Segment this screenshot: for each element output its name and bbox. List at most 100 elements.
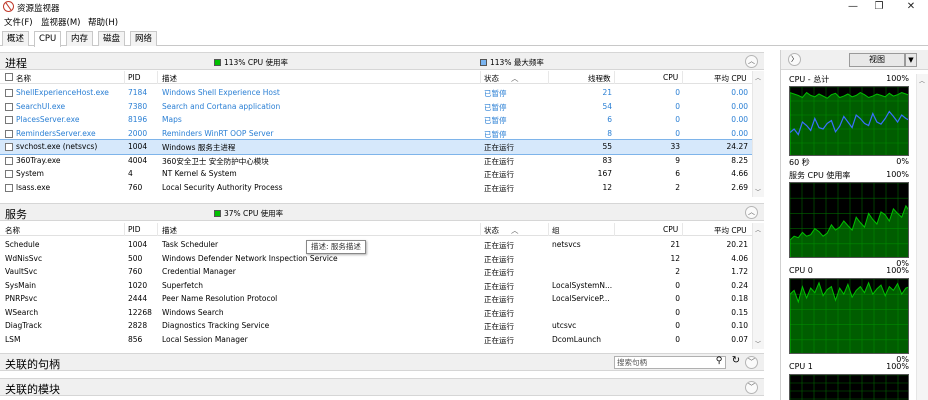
col-threads[interactable]: 线程数 (588, 73, 611, 84)
service-row[interactable]: SysMain 1020 Superfetch 正在运行 LocalSystemN...… (0, 279, 752, 293)
service-pid: 2444 (128, 294, 148, 303)
process-pid: 7184 (128, 88, 148, 97)
tab-network[interactable]: 网络 (130, 31, 158, 46)
service-row[interactable]: Schedule 1004 Task Scheduler 正在运行 netsvcs 21 2… (0, 238, 752, 252)
collapse-services-icon[interactable]: ︿ (745, 206, 758, 219)
service-cpu: 0 (675, 334, 680, 344)
tab-overview[interactable]: 概述 (2, 31, 30, 46)
process-checkbox[interactable] (5, 129, 13, 138)
process-cpu: 0 (675, 101, 680, 111)
col-avg-cpu[interactable]: 平均 CPU (714, 73, 747, 84)
service-pid: 12268 (128, 307, 152, 317)
process-checkbox[interactable] (5, 116, 13, 124)
svc-col-status[interactable]: 状态 (484, 225, 499, 236)
close-button[interactable]: ✕ (898, 0, 924, 14)
scroll-down-icon[interactable]: ﹀ (755, 187, 761, 196)
process-row[interactable]: SearchUI.exe 7380 Search and Cortana appli… (0, 100, 752, 114)
service-name: WdNisSvc (5, 253, 43, 263)
svc-col-description[interactable]: 描述 (162, 225, 177, 236)
process-pid: 2000 (128, 128, 148, 138)
process-row[interactable]: svchost.exe (netsvcs) 1004 Windows 服务主进程 正在… (0, 139, 753, 155)
graphs-scroll-up-icon[interactable]: ︿ (919, 76, 925, 85)
process-row[interactable]: RemindersServer.exe 2000 Reminders WinRT O… (0, 127, 752, 141)
process-checkbox[interactable] (5, 102, 13, 111)
select-all-checkbox[interactable] (5, 73, 13, 81)
service-cpu: 12 (670, 253, 680, 263)
view-button[interactable]: 视图 (849, 53, 905, 67)
services-scrollbar[interactable]: ︿ ﹀ (752, 223, 764, 349)
service-row[interactable]: WdNisSvc 500 Windows Defender Network Insp… (0, 252, 752, 266)
process-avg: 0.00 (731, 88, 748, 97)
process-cpu: 9 (675, 155, 680, 165)
minimize-button[interactable]: — (840, 0, 866, 14)
process-checkbox[interactable] (5, 170, 13, 178)
process-desc: Reminders WinRT OOP Server (162, 128, 274, 138)
tab-memory[interactable]: 内存 (66, 31, 94, 46)
processes-header[interactable]: 进程 113% CPU 使用率 113% 最大频率 ︿ (0, 52, 764, 70)
refresh-icon[interactable]: ↻ (730, 355, 742, 367)
handle-search-input[interactable]: 搜索句柄 (614, 356, 726, 369)
col-pid[interactable]: PID (128, 73, 141, 82)
graphs-scrollbar[interactable]: ︿ (916, 74, 928, 400)
process-checkbox[interactable] (5, 89, 13, 97)
service-status: 正在运行 (484, 295, 514, 304)
service-pid: 760 (128, 267, 143, 276)
graph-label: CPU 0 (789, 266, 813, 275)
modules-header[interactable]: 关联的模块 ﹀ (0, 378, 764, 396)
service-desc: Superfetch (162, 280, 204, 290)
tab-cpu[interactable]: CPU (34, 31, 62, 47)
scroll-up-icon[interactable]: ︿ (755, 73, 761, 82)
svc-scroll-up-icon[interactable]: ︿ (755, 225, 761, 234)
service-row[interactable]: PNRPsvc 2444 Peer Name Resolution Protocol… (0, 292, 752, 306)
process-desc: Local Security Authority Process (162, 182, 283, 192)
service-avg: 0.18 (731, 294, 748, 303)
col-name[interactable]: 名称 (16, 73, 31, 84)
processes-scrollbar[interactable]: ︿ ﹀ (752, 71, 764, 197)
service-row[interactable]: WSearch 12268 Windows Search 正在运行 0 0.15 (0, 306, 752, 320)
service-name: SysMain (5, 280, 37, 290)
svc-col-cpu[interactable]: CPU (663, 225, 678, 234)
search-icon[interactable]: ⚲ (713, 356, 725, 368)
process-desc: NT Kernel & System (162, 169, 237, 178)
expand-modules-icon[interactable]: ﹀ (745, 381, 758, 394)
process-row[interactable]: ShellExperienceHost.exe 7184 Windows Shell… (0, 86, 752, 100)
service-row[interactable]: DiagTrack 2828 Diagnostics Tracking Servic… (0, 319, 752, 333)
process-avg: 0.00 (731, 128, 748, 138)
maximize-button[interactable]: ❐ (866, 0, 892, 14)
service-row[interactable]: VaultSvc 760 Credential Manager 正在运行 2 1.72 (0, 265, 752, 279)
svc-col-avg-cpu[interactable]: 平均 CPU (714, 225, 747, 236)
process-row[interactable]: PlacesServer.exe 8196 Maps 已暂停 6 0 0.00 (0, 113, 752, 127)
process-checkbox[interactable] (5, 143, 13, 151)
service-row[interactable]: LSM 856 Local Session Manager 正在运行 DcomLaunc… (0, 333, 752, 347)
collapse-processes-icon[interactable]: ︿ (745, 55, 758, 68)
menu-file[interactable]: 文件(F) (4, 16, 33, 28)
svc-col-group[interactable]: 组 (552, 225, 560, 236)
col-description[interactable]: 描述 (162, 73, 177, 84)
svc-col-name[interactable]: 名称 (5, 225, 20, 236)
toggle-pane-icon[interactable]: 〉 (788, 53, 801, 66)
process-desc: Windows Shell Experience Host (162, 88, 280, 97)
tab-disk[interactable]: 磁盘 (98, 31, 126, 46)
process-checkbox[interactable] (5, 183, 13, 192)
menu-help[interactable]: 帮助(H) (88, 16, 118, 28)
graph-timespan-label: 60 秒 (789, 158, 810, 167)
process-row[interactable]: System 4 NT Kernel & System 正在运行 167 6 4.66 (0, 167, 752, 181)
max-frequency-swatch-icon (480, 59, 487, 66)
services-header[interactable]: 服务 37% CPU 使用率 ︿ (0, 203, 764, 221)
process-pid: 8196 (128, 115, 148, 124)
col-cpu[interactable]: CPU (663, 73, 678, 82)
service-pid: 856 (128, 334, 143, 344)
processes-title: 进程 (5, 57, 27, 70)
expand-handles-icon[interactable]: ﹀ (745, 356, 758, 369)
process-row[interactable]: lsass.exe 760 Local Security Authority Pro… (0, 181, 752, 195)
svc-col-pid[interactable]: PID (128, 225, 141, 234)
process-status: 已暂停 (484, 116, 507, 125)
col-status[interactable]: 状态 (484, 73, 499, 84)
process-checkbox[interactable] (5, 156, 13, 165)
menu-monitor[interactable]: 监视器(M) (41, 16, 80, 28)
service-name: WSearch (5, 307, 39, 317)
process-status: 正在运行 (484, 156, 514, 166)
process-row[interactable]: 360Tray.exe 4004 360安全卫士 安全防护中心模块 正在运行 83 9 8.… (0, 154, 752, 168)
svc-scroll-down-icon[interactable]: ﹀ (755, 339, 761, 348)
view-dropdown-icon[interactable]: ▼ (905, 53, 917, 67)
